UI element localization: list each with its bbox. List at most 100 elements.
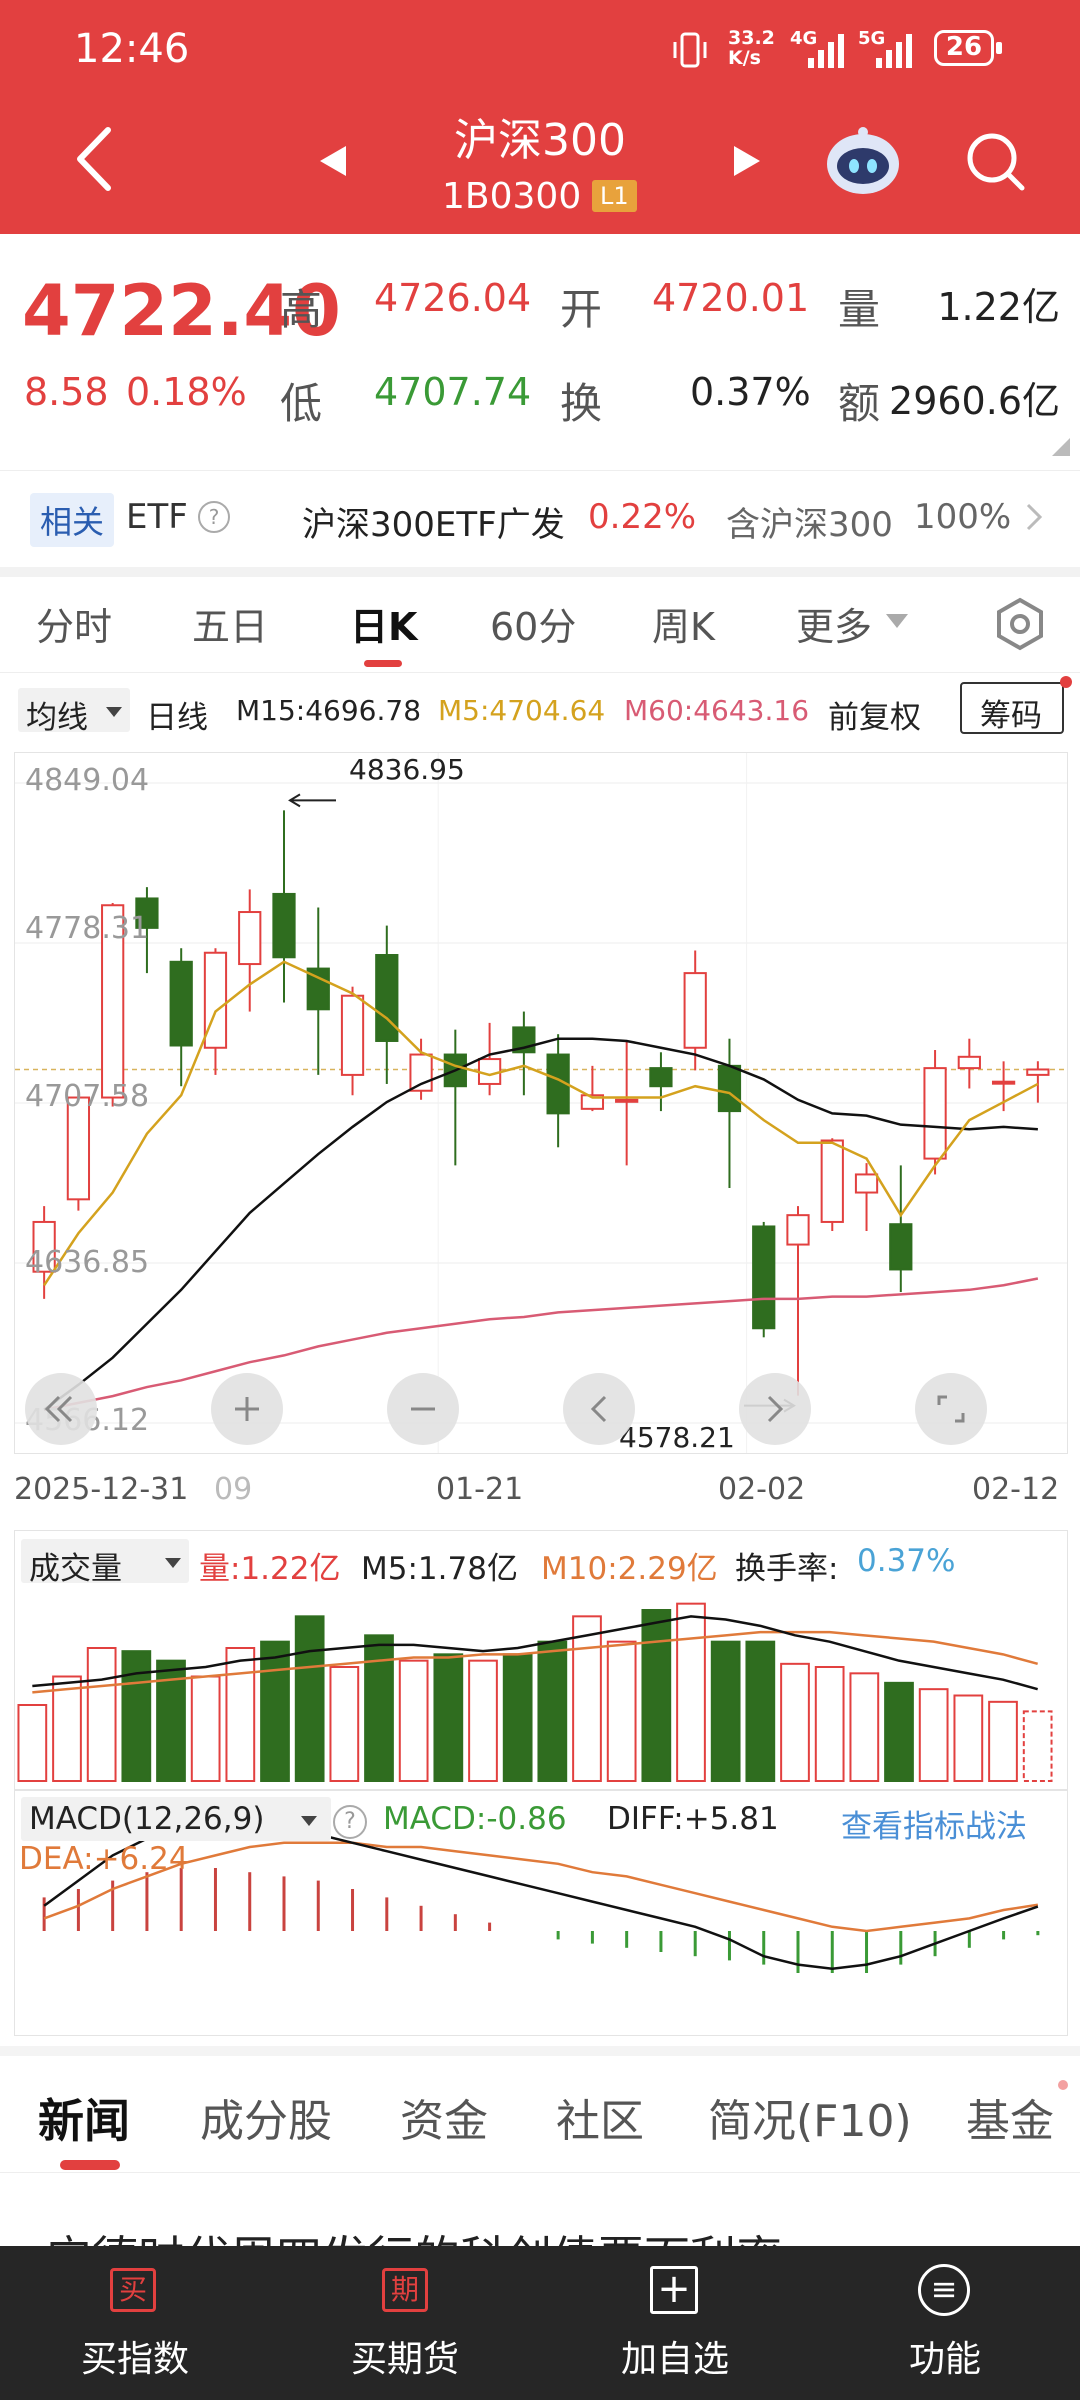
volume-bar-down <box>294 1615 325 1783</box>
tab-news[interactable]: 新闻 <box>38 2085 130 2151</box>
candle-up <box>238 889 262 1012</box>
volume-bar-up <box>676 1602 706 1782</box>
etf-label: ETF <box>126 497 188 537</box>
adjust-mode[interactable]: 前复权 <box>828 692 921 737</box>
ma-selector[interactable]: 均线 <box>18 688 130 736</box>
related-tag: 相关 <box>30 493 115 547</box>
tab-constituents[interactable]: 成分股 <box>200 2085 332 2149</box>
candle-body <box>649 1067 673 1088</box>
tab-more[interactable]: 更多 <box>796 596 872 651</box>
volume-chart <box>17 1602 1053 1783</box>
news-tab-indicator <box>60 2160 120 2170</box>
macd-panel[interactable]: MACD(12,26,9) ? MACD:-0.86 DIFF:+5.81 查看… <box>14 1790 1068 2036</box>
kline-panel[interactable]: 4849.04 4778.31 4707.58 4636.85 4566.12 … <box>14 752 1068 1454</box>
page-title: 沪深300 <box>454 115 626 166</box>
tab-weekly-k[interactable]: 周K <box>652 596 715 651</box>
candle-down <box>169 948 193 1087</box>
indicator-strategy-link[interactable]: 查看指标战法 <box>841 1801 1027 1846</box>
high-label: 高 <box>280 285 323 334</box>
tab-fund[interactable]: 基金 <box>966 2085 1054 2149</box>
amount-label: 额 <box>838 379 881 428</box>
nav-buy-index[interactable]: 买 买指数 <box>0 2246 270 2400</box>
candle-body <box>169 960 193 1047</box>
tab-intraday[interactable]: 分时 <box>36 596 112 651</box>
nav-functions[interactable]: ≡ 功能 <box>810 2246 1080 2400</box>
signal-5g-icon: 5G <box>858 28 922 72</box>
price-change: 8.58 <box>24 370 109 414</box>
scroll-right-icon[interactable] <box>739 1373 811 1445</box>
ma-period: 日线 <box>146 700 208 736</box>
candle-body <box>1026 1068 1050 1076</box>
amount-value: 2960.6亿 <box>889 379 1060 423</box>
x-label-2: 09 <box>214 1472 253 1507</box>
tab-daily-k[interactable]: 日K <box>350 596 417 651</box>
more-dropdown-icon[interactable] <box>886 612 908 630</box>
ma-m5: M5:4704.64 <box>438 694 606 727</box>
volume-bar-up <box>988 1700 1018 1782</box>
volume-bar-down <box>641 1609 672 1782</box>
expand-corner-icon[interactable] <box>1052 438 1070 456</box>
candle-up <box>1026 1061 1050 1103</box>
macd-selector[interactable]: MACD(12,26,9) <box>21 1797 331 1841</box>
search-icon[interactable] <box>962 128 1030 196</box>
candle-body <box>477 1058 502 1085</box>
zoom-minus-icon[interactable] <box>387 1373 459 1445</box>
nav-buy-futures[interactable]: 期 买期货 <box>270 2246 540 2400</box>
candle-down <box>649 1052 673 1112</box>
chevron-down-icon <box>106 707 122 717</box>
low-value: 4707.74 <box>374 370 532 414</box>
nav-add-watchlist[interactable]: + 加自选 <box>540 2246 810 2400</box>
signal-4g-icon: 4G <box>790 28 850 72</box>
price-change-pct: 0.18% <box>126 370 247 414</box>
candle-up <box>786 1206 810 1396</box>
volume-bar-down <box>710 1640 741 1782</box>
zoom-out-left-icon[interactable] <box>25 1373 97 1445</box>
candle-up <box>409 1038 433 1100</box>
robot-assistant-icon[interactable] <box>822 126 904 198</box>
chips-button[interactable]: 筹码 <box>960 682 1064 734</box>
volume-bar-down <box>745 1640 776 1782</box>
candle-up <box>340 986 365 1096</box>
chevron-right-icon[interactable] <box>1024 501 1044 533</box>
candle-body <box>683 972 707 1049</box>
candle-body <box>820 1139 844 1223</box>
candle-body <box>923 1067 947 1160</box>
turnover-value: 0.37% <box>690 370 811 414</box>
related-etf-bar[interactable]: 相关 ETF ? 沪深300ETF广发 0.22% 含沪深300 100% <box>0 470 1080 577</box>
nav-label: 买期货 <box>350 2339 459 2380</box>
chart-settings-icon[interactable] <box>992 596 1048 652</box>
volume-value: 1.22亿 <box>937 285 1060 329</box>
vibrate-icon <box>670 30 710 70</box>
tab-five-day[interactable]: 五日 <box>192 596 268 651</box>
y-label-4: 4636.85 <box>25 1245 150 1280</box>
next-stock-icon[interactable] <box>730 144 764 178</box>
volume-panel[interactable]: 成交量 量:1.22亿 M5:1.78亿 M10:2.29亿 换手率: 0.37… <box>14 1530 1068 1790</box>
turnover-label: 换 <box>560 379 603 428</box>
x-label-5: 02-12 <box>972 1472 1060 1507</box>
help-icon[interactable]: ? <box>198 501 230 533</box>
y-label-2: 4778.31 <box>25 911 150 946</box>
buy-futures-icon: 期 <box>382 2268 428 2312</box>
candle-body <box>957 1055 981 1070</box>
fullscreen-icon[interactable] <box>915 1373 987 1445</box>
kline-chart[interactable] <box>15 753 1067 1453</box>
volume-bar-down <box>121 1650 152 1782</box>
tab-community[interactable]: 社区 <box>556 2085 644 2149</box>
scroll-left-icon[interactable] <box>563 1373 635 1445</box>
add-icon: + <box>650 2266 698 2314</box>
tab-capital[interactable]: 资金 <box>400 2085 488 2149</box>
tab-60min[interactable]: 60分 <box>490 596 576 651</box>
candle-down <box>752 1221 776 1338</box>
volume-bar-up <box>329 1666 360 1782</box>
tabs-divider <box>0 672 1080 673</box>
volume-label: 量 <box>838 285 881 334</box>
volume-bar-up <box>398 1659 429 1783</box>
tab-f10[interactable]: 简况(F10) <box>708 2085 912 2149</box>
candle-down <box>375 925 399 1084</box>
zoom-in-icon[interactable] <box>211 1373 283 1445</box>
volume-bar-up <box>918 1688 949 1783</box>
volume-bar-up <box>814 1666 845 1782</box>
header-bar: 12:46 33.2 K/s 4G 5G 26 沪深300 1B0300 L1 <box>0 0 1080 234</box>
ma-m15: M15:4696.78 <box>236 694 422 727</box>
macd-help-icon[interactable]: ? <box>333 1805 367 1839</box>
